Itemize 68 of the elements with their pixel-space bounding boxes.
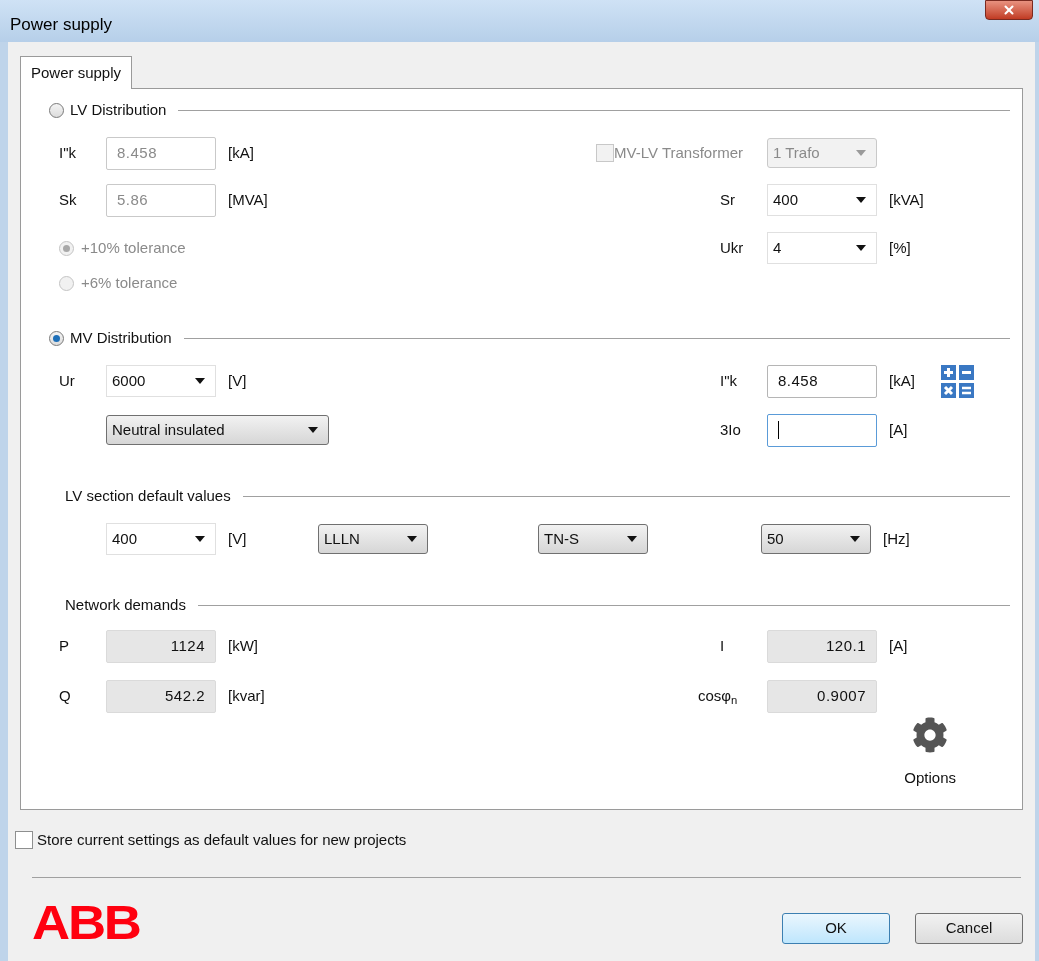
field-label: I"k bbox=[720, 372, 737, 389]
input-field[interactable]: 1124 bbox=[106, 629, 216, 663]
caret-icon bbox=[407, 536, 417, 542]
field-label: 3Io bbox=[720, 421, 741, 438]
close-icon bbox=[1002, 3, 1016, 17]
field-label: Ur bbox=[59, 372, 75, 389]
field-label: Sk bbox=[59, 191, 77, 208]
checkbox[interactable] bbox=[15, 831, 33, 849]
window-title: Power supply bbox=[10, 14, 113, 36]
caret-icon bbox=[856, 197, 866, 203]
caret-icon bbox=[856, 150, 866, 156]
unit-label: [kA] bbox=[889, 372, 915, 389]
caret-icon bbox=[308, 427, 318, 433]
tab[interactable]: Power supply bbox=[20, 56, 133, 89]
unit-label: [kvar] bbox=[228, 687, 265, 704]
unit-label: [kA] bbox=[228, 144, 254, 161]
radio-label: +6% tolerance bbox=[81, 272, 178, 293]
unit-label: [kVA] bbox=[889, 191, 924, 208]
dropdown[interactable]: 400 bbox=[767, 184, 877, 216]
field-label: cosφ$_{n}$ bbox=[698, 687, 738, 704]
radio-label: +10% tolerance bbox=[81, 237, 186, 258]
unit-label: [A] bbox=[889, 637, 908, 654]
checkbox-label: Store current settings as default values for new projects bbox=[37, 829, 407, 850]
close-button[interactable] bbox=[985, 0, 1033, 20]
dropdown[interactable]: 400 bbox=[106, 523, 216, 555]
field-label: Q bbox=[59, 687, 71, 704]
unit-label: [%] bbox=[889, 239, 911, 256]
unit-label: [Hz] bbox=[883, 530, 910, 547]
settings-icon bbox=[912, 717, 949, 753]
input-field[interactable]: 0.9007 bbox=[767, 679, 877, 713]
abb-logo: ABB bbox=[32, 899, 140, 947]
unit-label: [MVA] bbox=[228, 191, 268, 208]
input-field[interactable]: 8.458 bbox=[767, 364, 877, 398]
caret-icon bbox=[850, 536, 860, 542]
section-label: LV Distribution bbox=[70, 99, 167, 120]
dropdown[interactable]: Neutral insulated bbox=[106, 415, 329, 445]
field-label: P bbox=[59, 637, 69, 654]
field-label: I"k bbox=[59, 144, 76, 161]
field-label: Sr bbox=[720, 191, 735, 208]
text-cursor bbox=[778, 421, 779, 439]
field-label: I bbox=[720, 637, 725, 654]
input-field[interactable]: 542.2 bbox=[106, 679, 216, 713]
unit-label: [A] bbox=[889, 421, 908, 438]
options-button[interactable]: Options bbox=[904, 717, 956, 790]
radio-button[interactable] bbox=[49, 330, 64, 346]
input-field[interactable]: 120.1 bbox=[767, 629, 877, 663]
unit-label: [kW] bbox=[228, 637, 258, 654]
unit-label: [V] bbox=[228, 372, 247, 389]
dropdown[interactable]: 50 bbox=[761, 524, 871, 554]
dialog-button[interactable]: Cancel bbox=[915, 912, 1023, 944]
dropdown[interactable]: 6000 bbox=[106, 365, 216, 397]
checkbox-label: MV-LV Transformer bbox=[614, 142, 743, 163]
input-field[interactable] bbox=[767, 413, 877, 447]
unit-label: [V] bbox=[228, 530, 247, 547]
section-label: LV section default values bbox=[65, 485, 231, 506]
dropdown[interactable]: LLLN bbox=[318, 524, 428, 554]
caret-icon bbox=[856, 245, 866, 251]
calculator-icon[interactable] bbox=[941, 364, 974, 398]
caret-icon bbox=[195, 536, 205, 542]
section-label: Network demands bbox=[65, 594, 186, 615]
caret-icon bbox=[627, 536, 637, 542]
field-label: Ukr bbox=[720, 239, 744, 256]
caret-icon bbox=[195, 378, 205, 384]
dropdown[interactable]: TN-S bbox=[538, 524, 648, 554]
dialog-button[interactable]: OK bbox=[782, 912, 890, 944]
section-label: MV Distribution bbox=[70, 327, 172, 348]
radio-button[interactable] bbox=[49, 102, 64, 118]
dropdown[interactable]: 4 bbox=[767, 232, 877, 264]
